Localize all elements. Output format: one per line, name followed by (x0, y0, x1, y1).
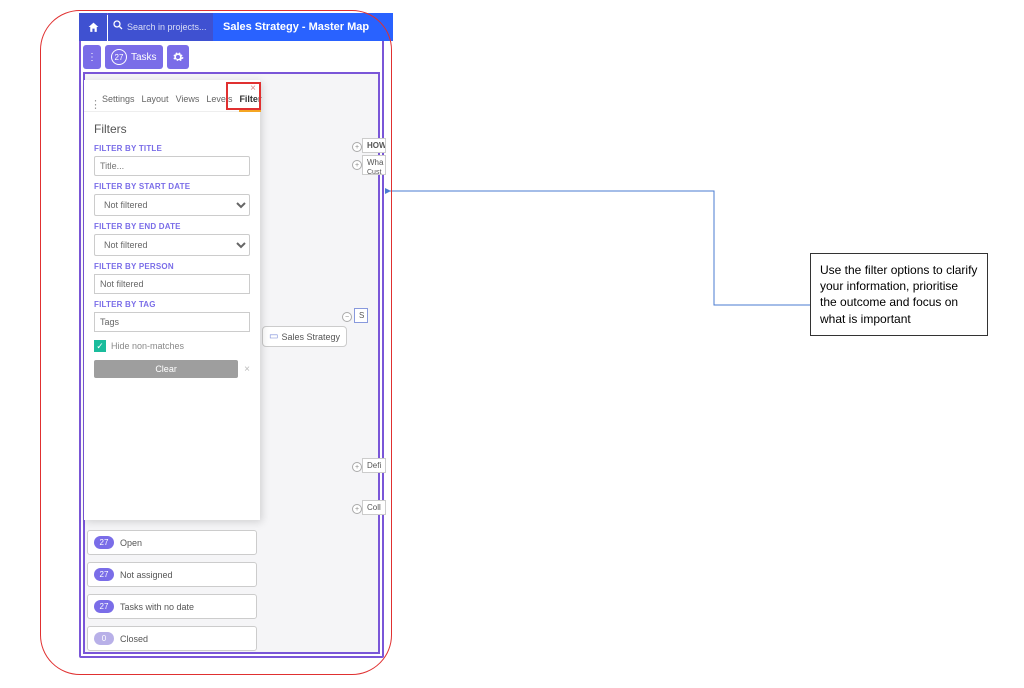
tab-levels[interactable]: Levels (206, 94, 232, 111)
count-pill: 27 (94, 600, 114, 613)
close-icon[interactable]: × (250, 83, 256, 94)
mindmap: ▭ Sales Strategy + HOW + Wha Cust S − + … (262, 80, 382, 540)
checkbox-checked-icon[interactable]: ✓ (94, 340, 106, 352)
filter-start-label: FILTER BY START DATE (94, 182, 250, 191)
annotation-text: Use the filter options to clarify your i… (810, 253, 988, 336)
mindmap-root-node[interactable]: ▭ Sales Strategy (262, 326, 347, 347)
node-label: Cust (367, 169, 381, 175)
project-title[interactable]: Sales Strategy - Master Map (213, 13, 393, 41)
filter-tag-input[interactable]: Tags (94, 312, 250, 332)
mindmap-node[interactable]: Coll (362, 500, 386, 515)
search-bar (108, 13, 213, 41)
drag-dots-icon[interactable]: ⋮ (90, 98, 101, 111)
filter-tag-label: FILTER BY TAG (94, 300, 250, 309)
task-item-label: Open (120, 538, 142, 548)
task-summary-item[interactable]: 27 Open (87, 530, 257, 555)
filter-end-select[interactable]: Not filtered (94, 234, 250, 256)
node-toggle-icon[interactable]: + (352, 160, 362, 170)
count-pill: 27 (94, 568, 114, 581)
filter-end-label: FILTER BY END DATE (94, 222, 250, 231)
task-summary-item[interactable]: 27 Tasks with no date (87, 594, 257, 619)
task-summary-list: 27 Open 27 Not assigned 27 Tasks with no… (87, 530, 257, 658)
panel-body: Filters FILTER BY TITLE FILTER BY START … (84, 112, 260, 384)
title-bar: Sales Strategy - Master Map (79, 13, 393, 41)
annotation-arrow (384, 185, 814, 315)
chat-icon: ▭ (269, 331, 278, 342)
panel-title: Filters (94, 122, 250, 136)
search-icon (112, 18, 124, 36)
node-toggle-icon[interactable]: + (352, 142, 362, 152)
filter-title-label: FILTER BY TITLE (94, 144, 250, 153)
filter-person-input[interactable]: Not filtered (94, 274, 250, 294)
search-input[interactable] (127, 22, 207, 32)
task-count-badge: 27 (111, 49, 127, 65)
node-toggle-icon[interactable]: + (352, 462, 362, 472)
menu-dots-icon[interactable]: ⋮ (83, 45, 101, 69)
task-item-label: Not assigned (120, 570, 173, 580)
filter-title-input[interactable] (94, 156, 250, 176)
tab-layout[interactable]: Layout (142, 94, 169, 111)
hide-nonmatch-label: Hide non-matches (111, 341, 184, 351)
gear-icon[interactable] (167, 45, 189, 69)
mindmap-node[interactable]: S (354, 308, 368, 323)
home-icon[interactable] (79, 13, 107, 41)
count-pill: 27 (94, 536, 114, 549)
hide-nonmatch-row[interactable]: ✓ Hide non-matches (94, 340, 250, 352)
clear-x-icon[interactable]: × (244, 364, 250, 375)
tab-settings[interactable]: Settings (102, 94, 135, 111)
tasks-pill-button[interactable]: 27 Tasks (105, 45, 163, 69)
filter-person-label: FILTER BY PERSON (94, 262, 250, 271)
task-summary-item[interactable]: 27 Not assigned (87, 562, 257, 587)
task-item-label: Closed (120, 634, 148, 644)
mindmap-node[interactable]: Wha Cust (362, 155, 386, 175)
task-item-label: Tasks with no date (120, 602, 194, 612)
node-toggle-icon[interactable]: − (342, 312, 352, 322)
toolbar: ⋮ 27 Tasks (83, 45, 189, 69)
node-toggle-icon[interactable]: + (352, 504, 362, 514)
clear-row: Clear × (94, 360, 250, 378)
mindmap-node[interactable]: HOW (362, 138, 386, 153)
clear-button[interactable]: Clear (94, 360, 238, 378)
root-label: Sales Strategy (281, 332, 340, 342)
tasks-label: Tasks (131, 52, 157, 63)
count-pill: 0 (94, 632, 114, 645)
task-summary-item[interactable]: 0 Closed (87, 626, 257, 651)
tab-filter[interactable]: Filter (239, 94, 261, 112)
panel-tabs: Settings Layout Views Levels Filter (84, 80, 260, 112)
tab-views[interactable]: Views (176, 94, 200, 111)
filter-panel: × ⋮ Settings Layout Views Levels Filter … (84, 80, 260, 520)
filter-start-select[interactable]: Not filtered (94, 194, 250, 216)
node-label: Wha (367, 158, 383, 167)
mindmap-node[interactable]: Defi (362, 458, 386, 473)
